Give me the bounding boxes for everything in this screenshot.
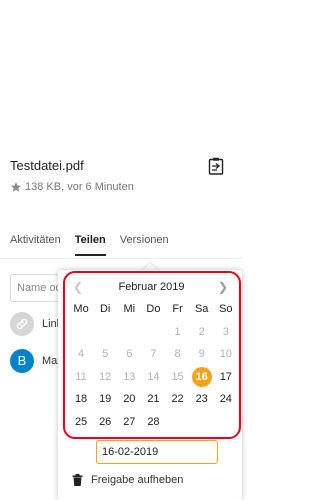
calendar-day: 2 bbox=[198, 325, 205, 338]
calendar-day-cell: 2 bbox=[190, 326, 214, 338]
calendar-day-cell: 9 bbox=[190, 348, 214, 360]
weekday-label: Mi bbox=[123, 303, 136, 316]
calendar-day: 9 bbox=[198, 348, 205, 361]
weekday-label: Fr bbox=[172, 303, 183, 316]
calendar-day: 10 bbox=[219, 348, 232, 361]
calendar-day-cell[interactable]: 22 bbox=[166, 393, 190, 405]
calendar-day[interactable]: 19 bbox=[99, 393, 111, 405]
calendar-day-cell[interactable]: 20 bbox=[117, 393, 141, 405]
calendar-day[interactable]: 25 bbox=[75, 416, 87, 428]
tab-divider bbox=[0, 258, 242, 259]
user-avatar: B bbox=[10, 349, 34, 373]
calendar-day[interactable]: 23 bbox=[196, 393, 208, 405]
unshare-button[interactable]: Freigabe aufheben bbox=[72, 474, 183, 486]
calendar-day: 7 bbox=[150, 348, 157, 361]
calendar-day-cell: 15 bbox=[166, 371, 190, 383]
calendar-day-cell: 4 bbox=[69, 348, 93, 360]
calendar-day: 1 bbox=[174, 325, 181, 338]
chevron-right-icon[interactable]: ❯ bbox=[218, 280, 228, 294]
weekday-label: Mo bbox=[73, 303, 89, 316]
calendar-day[interactable]: 26 bbox=[99, 416, 111, 428]
calendar-day[interactable]: 28 bbox=[147, 416, 159, 428]
calendar-day: 13 bbox=[123, 370, 136, 383]
tab-sharing[interactable]: Teilen bbox=[74, 232, 106, 256]
calendar-day[interactable]: 21 bbox=[147, 393, 159, 405]
calendar-grid: Mo Di Mi Do Fr Sa So 1 2 3 4 5 6 7 8 9 10 11 12 13 14 15 16 17 1… bbox=[69, 298, 238, 433]
calendar-day: 5 bbox=[102, 348, 109, 361]
tab-activities[interactable]: Aktivitäten bbox=[10, 232, 61, 260]
link-avatar bbox=[10, 312, 34, 336]
calendar-day-cell: 12 bbox=[93, 371, 117, 383]
calendar-day: 6 bbox=[126, 348, 133, 361]
calendar-week: 25 26 27 28 bbox=[69, 411, 238, 434]
calendar-day-cell: 5 bbox=[93, 348, 117, 360]
calendar-day-cell[interactable]: 26 bbox=[93, 416, 117, 428]
calendar-day-cell: 13 bbox=[117, 371, 141, 383]
date-picker: ❮ Februar 2019 ❯ Mo Di Mi Do Fr Sa So 1 2 3 4 5 6 7 8 9… bbox=[63, 271, 241, 439]
month-title: Februar 2019 bbox=[118, 281, 185, 293]
calendar-day: 14 bbox=[147, 370, 160, 383]
file-name: Testdatei.pdf bbox=[10, 158, 84, 173]
file-size-time: 138 KB, vor 6 Minuten bbox=[25, 181, 134, 193]
calendar-week: 11 12 13 14 15 16 17 bbox=[69, 366, 238, 389]
file-preview bbox=[6, 0, 236, 142]
calendar-week: 4 5 6 7 8 9 10 bbox=[69, 343, 238, 366]
star-icon[interactable] bbox=[10, 181, 22, 193]
file-meta: 138 KB, vor 6 Minuten bbox=[10, 181, 134, 193]
calendar-day-cell[interactable]: 16 bbox=[190, 366, 214, 387]
expiry-date-input[interactable]: 16-02-2019 bbox=[96, 440, 218, 464]
calendar-day-cell: 8 bbox=[166, 348, 190, 360]
calendar-day-selected[interactable]: 16 bbox=[191, 366, 212, 387]
date-picker-header: ❮ Februar 2019 ❯ bbox=[65, 277, 238, 297]
calendar-day-cell[interactable]: 17 bbox=[214, 371, 238, 383]
calendar-day: 3 bbox=[222, 325, 229, 338]
weekday-label: Do bbox=[146, 303, 161, 316]
calendar-day[interactable]: 17 bbox=[220, 371, 232, 383]
calendar-week: 1 2 3 bbox=[69, 321, 238, 344]
calendar-day-cell: 3 bbox=[214, 326, 238, 338]
calendar-day[interactable]: 20 bbox=[123, 393, 135, 405]
calendar-day: 15 bbox=[171, 370, 184, 383]
clipboard-icon[interactable] bbox=[208, 157, 224, 175]
weekday-label: Di bbox=[99, 303, 111, 316]
calendar-day-cell[interactable]: 27 bbox=[117, 416, 141, 428]
calendar-day: 4 bbox=[78, 348, 85, 361]
weekday-label: Sa bbox=[194, 303, 209, 316]
trash-icon bbox=[72, 474, 83, 486]
calendar-day[interactable]: 18 bbox=[75, 393, 87, 405]
calendar-day: 8 bbox=[174, 348, 181, 361]
calendar-day: 11 bbox=[75, 370, 87, 383]
calendar-day-cell[interactable]: 28 bbox=[141, 416, 165, 428]
calendar-day-cell: 6 bbox=[117, 348, 141, 360]
calendar-week: 18 19 20 21 22 23 24 bbox=[69, 388, 238, 411]
calendar-day[interactable]: 22 bbox=[171, 393, 183, 405]
calendar-day-cell[interactable]: 19 bbox=[93, 393, 117, 405]
calendar-day-cell[interactable]: 24 bbox=[214, 393, 238, 405]
calendar-day: 12 bbox=[99, 370, 112, 383]
unshare-label: Freigabe aufheben bbox=[91, 474, 184, 486]
calendar-day-cell: 11 bbox=[69, 371, 93, 383]
link-icon bbox=[16, 318, 28, 330]
calendar-day-cell: 10 bbox=[214, 348, 238, 360]
calendar-day-cell[interactable]: 18 bbox=[69, 393, 93, 405]
tab-versions[interactable]: Versionen bbox=[120, 232, 169, 260]
weekday-row: Mo Di Mi Do Fr Sa So bbox=[69, 298, 238, 321]
calendar-day-cell[interactable]: 25 bbox=[69, 416, 93, 428]
calendar-day-cell: 7 bbox=[141, 348, 165, 360]
calendar-day-cell: 1 bbox=[166, 326, 190, 338]
calendar-day-cell: 14 bbox=[141, 371, 165, 383]
weekday-label: So bbox=[219, 303, 233, 316]
calendar-day[interactable]: 27 bbox=[123, 416, 135, 428]
tab-bar: Aktivitäten Teilen Versionen bbox=[10, 232, 183, 260]
calendar-day[interactable]: 24 bbox=[220, 393, 232, 405]
calendar-day-cell[interactable]: 23 bbox=[190, 393, 214, 405]
calendar-day-cell[interactable]: 21 bbox=[141, 393, 165, 405]
